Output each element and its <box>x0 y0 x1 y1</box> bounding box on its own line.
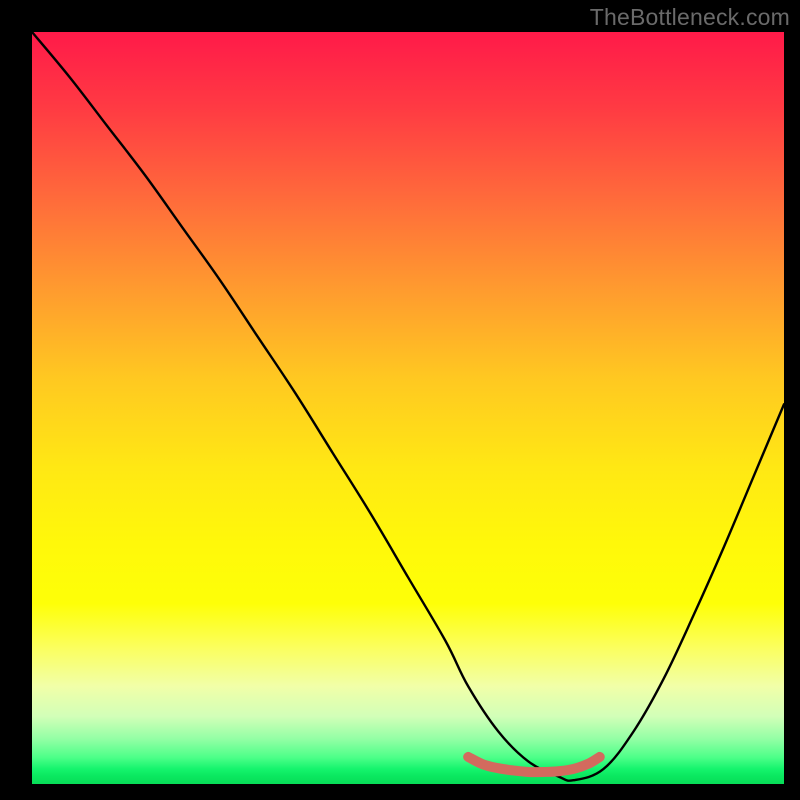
curve-layer <box>32 32 784 781</box>
chart-frame: TheBottleneck.com <box>0 0 800 800</box>
watermark-text: TheBottleneck.com <box>590 4 790 31</box>
plot-area <box>32 32 784 784</box>
chart-svg <box>32 32 784 784</box>
bottleneck-curve <box>32 32 784 781</box>
